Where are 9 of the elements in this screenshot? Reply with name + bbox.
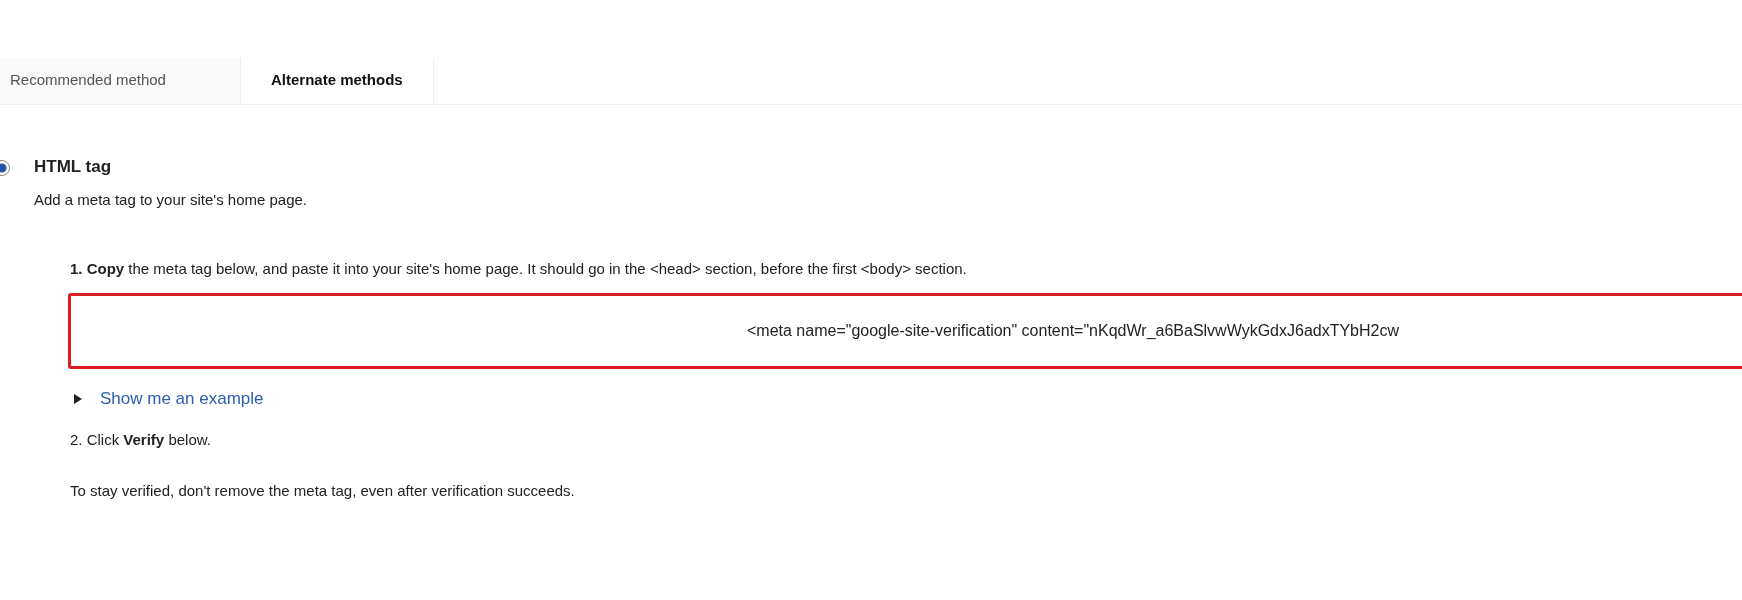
- note-text: To stay verified, don't remove the meta tag, even after verification succeeds.: [70, 482, 576, 499]
- step-text: 2. Click Verify below.: [70, 431, 212, 448]
- example-link[interactable]: Show me an example: [100, 389, 264, 409]
- tab[interactable]: Recommended method: [0, 58, 241, 104]
- method-description: Add a meta tag to your site's home page.: [34, 191, 309, 208]
- method-title: HTML tag: [34, 157, 113, 177]
- step-text: 1. Copy the meta tag below, and paste it into your site's home page. It should go in the <head> section, before the first <body> section.: [70, 260, 968, 277]
- triangle-right-icon[interactable]: [74, 394, 82, 404]
- meta-tag-field[interactable]: <meta name="google-site-verification" content="nKqdWr_a6BaSlvwWykGdxJ6adxTYbH2cw: [68, 293, 1742, 369]
